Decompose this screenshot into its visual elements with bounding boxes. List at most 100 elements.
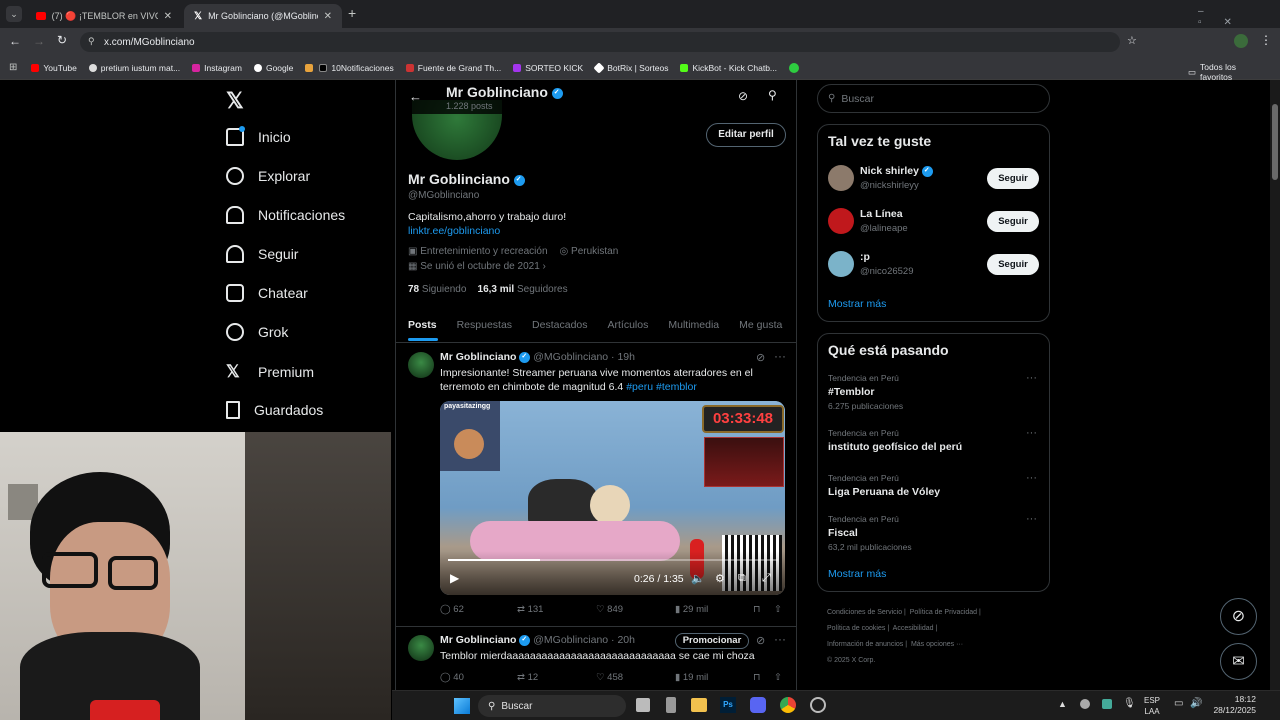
- more-icon[interactable]: ···: [1026, 513, 1037, 525]
- grok-icon[interactable]: ⊘: [738, 89, 748, 103]
- edit-profile-button[interactable]: Editar perfil: [706, 123, 786, 147]
- play-icon[interactable]: ▶: [450, 571, 459, 585]
- back-icon[interactable]: ←: [9, 34, 21, 48]
- tray-icon[interactable]: [1080, 699, 1090, 709]
- tab-likes[interactable]: Me gusta: [729, 319, 792, 331]
- tab-replies[interactable]: Respuestas: [447, 319, 522, 331]
- like-button[interactable]: ♡ 458: [596, 672, 623, 683]
- tab-posts[interactable]: Posts: [398, 319, 447, 331]
- footer-link[interactable]: Condiciones de Servicio: [827, 609, 902, 616]
- reload-icon[interactable]: ↻: [57, 33, 67, 47]
- nav-home[interactable]: Inicio: [226, 128, 291, 146]
- follow-button[interactable]: Seguir: [987, 254, 1039, 275]
- nav-follow[interactable]: Seguir: [226, 245, 298, 263]
- more-icon[interactable]: ···: [1026, 427, 1037, 439]
- bookmark-botrix[interactable]: BotRix | Sorteos: [593, 61, 668, 74]
- scrollbar[interactable]: [1270, 80, 1280, 690]
- video-progress-track[interactable]: [448, 559, 778, 561]
- all-bookmarks[interactable]: ▭ Todos los favoritos: [1188, 62, 1268, 82]
- file-explorer-icon[interactable]: [691, 698, 707, 712]
- bookmark-icon[interactable]: ⊓: [753, 604, 760, 615]
- suggestion-name[interactable]: Nick shirley: [860, 165, 919, 177]
- bookmark-green[interactable]: [789, 62, 800, 73]
- browser-tab-1[interactable]: (7) 🔴 ¡TEMBLOR en VIVO! 🇵🇪 ... ✕: [26, 4, 182, 28]
- post-author[interactable]: Mr Goblinciano: [440, 634, 516, 646]
- x-logo-icon[interactable]: 𝕏: [226, 88, 244, 114]
- tray-icon[interactable]: [1102, 699, 1112, 709]
- chrome-icon[interactable]: [780, 697, 796, 713]
- pip-icon[interactable]: ⧉: [738, 572, 746, 585]
- share-icon[interactable]: ⇧: [774, 672, 782, 683]
- repost-button[interactable]: ⇄ 131: [517, 604, 543, 615]
- task-view-icon[interactable]: [636, 698, 650, 712]
- search-icon[interactable]: ⚲: [768, 88, 777, 102]
- avatar[interactable]: [828, 165, 854, 191]
- bookmark-sorteo[interactable]: SORTEO KICK: [513, 63, 583, 73]
- network-icon[interactable]: ▭: [1174, 698, 1183, 709]
- nav-grok[interactable]: Grok: [226, 323, 288, 341]
- bookmark-icon[interactable]: ⊓: [753, 672, 760, 683]
- microphone-icon[interactable]: 🎙: [1123, 698, 1136, 709]
- clock[interactable]: 18:12 28/12/2025: [1204, 694, 1256, 716]
- bookmark-colors[interactable]: [305, 63, 314, 72]
- suggestion-row[interactable]: :p @nico26529 Seguir: [818, 249, 1049, 289]
- nav-bookmarks[interactable]: Guardados: [226, 401, 323, 419]
- site-info-icon[interactable]: ⚲: [88, 36, 95, 47]
- bookmark-google[interactable]: Google: [253, 63, 293, 73]
- suggestion-row[interactable]: Nick shirley @nickshirleyy Seguir: [818, 163, 1049, 203]
- fullscreen-icon[interactable]: ⤢: [762, 572, 771, 585]
- close-icon[interactable]: ✕: [164, 11, 172, 22]
- footer-link[interactable]: Política de cookies: [827, 625, 885, 632]
- following-link[interactable]: 78 Siguiendo: [408, 284, 466, 295]
- more-icon[interactable]: ···: [1026, 472, 1037, 484]
- windows-start-icon[interactable]: [454, 698, 470, 714]
- more-icon[interactable]: ···: [774, 349, 786, 363]
- more-icon[interactable]: ···: [774, 632, 786, 646]
- tab-search-icon[interactable]: ⌄: [6, 6, 22, 22]
- chevron-up-icon[interactable]: ▲: [1058, 699, 1067, 709]
- suggestion-row[interactable]: La Línea @lalineape Seguir: [818, 206, 1049, 246]
- search-input[interactable]: Buscar: [841, 93, 874, 105]
- tab-media[interactable]: Multimedia: [658, 319, 729, 331]
- follow-button[interactable]: Seguir: [987, 211, 1039, 232]
- mail-icon[interactable]: ✉: [1220, 643, 1257, 680]
- volume-icon[interactable]: 🔈: [691, 572, 705, 585]
- show-more-link[interactable]: Mostrar más: [828, 298, 886, 310]
- grok-icon[interactable]: ⊘: [756, 634, 765, 647]
- footer-link[interactable]: Más opciones ···: [911, 641, 963, 648]
- tab-highlights[interactable]: Destacados: [522, 319, 597, 331]
- profile-avatar[interactable]: [1234, 34, 1248, 48]
- suggestion-name[interactable]: :p: [860, 251, 870, 263]
- promote-button[interactable]: Promocionar: [675, 633, 749, 649]
- grok-icon[interactable]: ⊘: [756, 351, 765, 364]
- menu-icon[interactable]: ⋮: [1260, 33, 1272, 47]
- search-box[interactable]: ⚲ Buscar: [817, 84, 1050, 113]
- new-tab-button[interactable]: +: [348, 5, 356, 21]
- bookmark-notifs[interactable]: 10Notificaciones: [319, 63, 394, 73]
- profile-link[interactable]: linktr.ee/goblinciano: [408, 225, 500, 237]
- trend-item[interactable]: Tendencia en Perú Fiscal 63,2 mil public…: [818, 513, 1049, 553]
- footer-link[interactable]: Accesibilidad: [893, 625, 934, 632]
- address-bar[interactable]: ⚲ x.com/MGoblinciano: [80, 32, 1120, 52]
- close-icon[interactable]: ✕: [324, 11, 332, 22]
- trend-item[interactable]: Tendencia en Perú instituto geofísico de…: [818, 427, 1049, 457]
- more-icon[interactable]: ···: [1026, 372, 1037, 384]
- settings-gear-icon[interactable]: ⚙: [715, 572, 725, 585]
- avatar[interactable]: [408, 352, 434, 378]
- reply-button[interactable]: ◯ 62: [440, 604, 464, 615]
- forward-icon[interactable]: →: [33, 34, 45, 48]
- post-author[interactable]: Mr Goblinciano: [440, 351, 516, 363]
- post-hashtags[interactable]: #peru #temblor: [626, 381, 697, 393]
- footer-link[interactable]: Información de anuncios: [827, 641, 903, 648]
- followers-link[interactable]: 16,3 mil Seguidores: [478, 284, 568, 295]
- scrollbar-thumb[interactable]: [1272, 104, 1278, 180]
- window-controls[interactable]: –▫✕: [1198, 6, 1280, 28]
- bookmark-kickbot[interactable]: KickBot - Kick Chatb...: [680, 63, 777, 73]
- views-button[interactable]: ▮ 19 mil: [675, 672, 708, 683]
- grok-icon[interactable]: ⊘: [1220, 598, 1257, 635]
- post[interactable]: Mr Goblinciano @MGoblinciano · 20h Promo…: [396, 627, 796, 690]
- volume-icon[interactable]: 🔊: [1190, 698, 1202, 709]
- tab-articles[interactable]: Artículos: [598, 319, 659, 331]
- share-icon[interactable]: ⇧: [774, 604, 782, 615]
- views-button[interactable]: ▮ 29 mil: [675, 604, 708, 615]
